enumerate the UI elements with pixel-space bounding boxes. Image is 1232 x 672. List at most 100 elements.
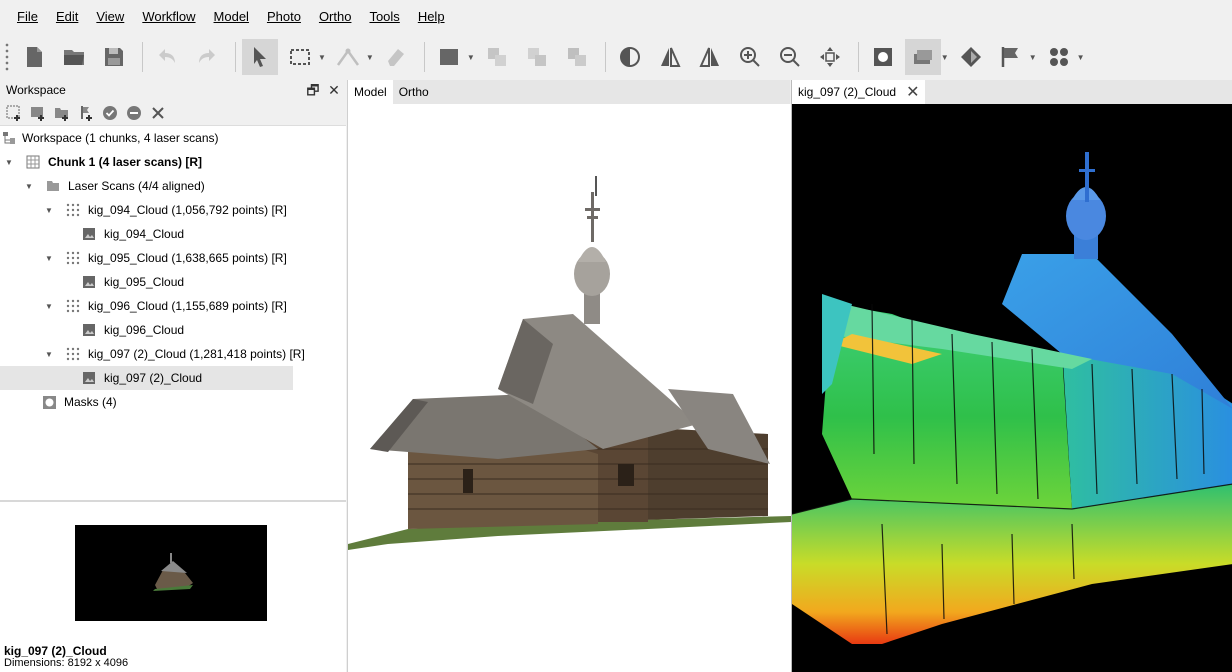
add-folder-icon: [55, 107, 68, 121]
tree-label: kig_094_Cloud (1,056,792 points) [R]: [88, 203, 287, 217]
chevron-down-icon[interactable]: ▼: [24, 182, 34, 191]
add-marker-button[interactable]: [76, 103, 96, 123]
tab-model[interactable]: Model: [348, 80, 393, 104]
toolbar-separator: [423, 42, 425, 72]
add-folder-button[interactable]: [52, 103, 72, 123]
tree-item-scan-image[interactable]: kig_096_Cloud: [82, 318, 184, 342]
menu-edit[interactable]: Edit: [47, 0, 87, 34]
tree-item-masks[interactable]: Masks (4): [42, 390, 117, 414]
model-viewport[interactable]: [348, 104, 791, 672]
chevron-down-icon[interactable]: ▼: [44, 350, 54, 359]
tree-item-workspace[interactable]: Workspace (1 chunks, 4 laser scans): [2, 126, 219, 150]
chevron-down-icon[interactable]: ▼: [1029, 53, 1037, 62]
chevron-down-icon[interactable]: ▼: [44, 206, 54, 215]
tree-label: Masks (4): [64, 395, 117, 409]
tree-label: Workspace (1 chunks, 4 laser scans): [22, 131, 219, 145]
chevron-down-icon[interactable]: ▼: [941, 53, 949, 62]
tree-label: kig_097 (2)_Cloud: [104, 371, 203, 385]
intensity-cloud-image: [791, 152, 1232, 644]
duplicate-button[interactable]: [559, 39, 595, 75]
contrast-button[interactable]: [612, 39, 648, 75]
preview-thumbnail[interactable]: [75, 525, 267, 621]
rectangle-selection-button[interactable]: [282, 39, 318, 75]
tree-item-scan-cloud[interactable]: ▼ kig_097 (2)_Cloud (1,281,418 points) […: [44, 342, 305, 366]
add-chunk-button[interactable]: [4, 103, 24, 123]
chevron-down-icon[interactable]: ▼: [467, 53, 475, 62]
ruler-button[interactable]: [330, 39, 366, 75]
flip-button[interactable]: [692, 39, 728, 75]
save-button[interactable]: [96, 39, 132, 75]
chevron-down-icon[interactable]: ▼: [44, 254, 54, 263]
menu-ortho-label: Ortho: [318, 9, 352, 24]
close-icon[interactable]: ✕: [326, 82, 342, 98]
model-tabbar: Model Ortho: [348, 80, 790, 104]
remove-button[interactable]: [148, 103, 168, 123]
chevron-down-icon[interactable]: ▼: [366, 53, 374, 62]
menu-file[interactable]: File: [8, 0, 47, 34]
crop-button[interactable]: [479, 39, 515, 75]
disable-button[interactable]: [124, 103, 144, 123]
new-document-button[interactable]: [16, 39, 52, 75]
chevron-down-icon[interactable]: ▼: [1077, 53, 1085, 62]
enable-button[interactable]: [100, 103, 120, 123]
eraser-button[interactable]: [378, 39, 414, 75]
move-button[interactable]: [812, 39, 848, 75]
tree-item-scan-cloud[interactable]: ▼ kig_096_Cloud (1,155,689 points) [R]: [44, 294, 287, 318]
paint-button[interactable]: [953, 39, 989, 75]
points-button[interactable]: [1041, 39, 1077, 75]
mask-icon: [873, 48, 892, 66]
minus-circle-icon: [127, 105, 141, 120]
tree-label: kig_096_Cloud (1,155,689 points) [R]: [88, 299, 287, 313]
menu-workflow[interactable]: Workflow: [133, 0, 204, 34]
menu-model[interactable]: Model: [205, 0, 258, 34]
layers-button[interactable]: [519, 39, 555, 75]
points-icon: [1049, 48, 1068, 66]
toolbar-grip[interactable]: [4, 42, 10, 72]
tree-label: Laser Scans (4/4 aligned): [68, 179, 205, 193]
menu-photo[interactable]: Photo: [258, 0, 310, 34]
close-icon[interactable]: ✕: [906, 82, 919, 102]
menu-ortho[interactable]: Ortho: [310, 0, 361, 34]
navigation-button[interactable]: [242, 39, 278, 75]
folder-icon: [47, 181, 59, 191]
zoom-out-button[interactable]: [772, 39, 808, 75]
menu-view[interactable]: View: [87, 0, 133, 34]
tree-item-scan-image[interactable]: kig_095_Cloud: [82, 270, 184, 294]
chevron-down-icon[interactable]: ▼: [318, 53, 326, 62]
view-mode-icon: [913, 50, 932, 64]
tree-item-scan-image-selected[interactable]: kig_097 (2)_Cloud: [0, 366, 293, 390]
tree-item-scan-cloud[interactable]: ▼ kig_095_Cloud (1,638,665 points) [R]: [44, 246, 287, 270]
open-button[interactable]: [56, 39, 92, 75]
mask-button[interactable]: [865, 39, 901, 75]
grid-button[interactable]: [431, 39, 467, 75]
paint-icon: [960, 47, 981, 67]
chevron-down-icon[interactable]: ▼: [44, 302, 54, 311]
tree-item-laser-scans[interactable]: ▼ Laser Scans (4/4 aligned): [24, 174, 205, 198]
menu-photo-label: Photo: [266, 9, 301, 24]
chevron-down-icon[interactable]: ▼: [4, 158, 14, 167]
menu-tools[interactable]: Tools: [360, 0, 408, 34]
contrast-icon: [619, 47, 640, 67]
tab-ortho[interactable]: Ortho: [393, 80, 435, 104]
duplicate-icon: [567, 48, 586, 66]
check-circle-icon: [103, 105, 117, 120]
undo-button[interactable]: [149, 39, 185, 75]
float-icon[interactable]: 🗗: [305, 82, 321, 98]
view-mode-button[interactable]: [904, 39, 941, 75]
redo-button[interactable]: [189, 39, 225, 75]
compare-button[interactable]: [652, 39, 688, 75]
image-icon: [83, 372, 95, 384]
flag-button[interactable]: [993, 39, 1029, 75]
add-chunk-icon: [6, 105, 20, 121]
tree-item-chunk[interactable]: ▼ Chunk 1 (4 laser scans) [R]: [4, 150, 202, 174]
cloud-viewport[interactable]: [791, 104, 1232, 672]
tree-item-scan-image[interactable]: kig_094_Cloud: [82, 222, 184, 246]
menu-help[interactable]: Help: [409, 0, 454, 34]
undo-icon: [159, 49, 175, 63]
zoom-in-button[interactable]: [732, 39, 768, 75]
tab-cloud[interactable]: kig_097 (2)_Cloud ✕: [792, 80, 926, 104]
menu-bar: File Edit View Workflow Model Photo Orth…: [0, 0, 1232, 34]
tree-item-scan-cloud[interactable]: ▼ kig_094_Cloud (1,056,792 points) [R]: [44, 198, 287, 222]
add-photos-button[interactable]: [28, 103, 48, 123]
tab-ortho-label: Ortho: [398, 85, 429, 99]
